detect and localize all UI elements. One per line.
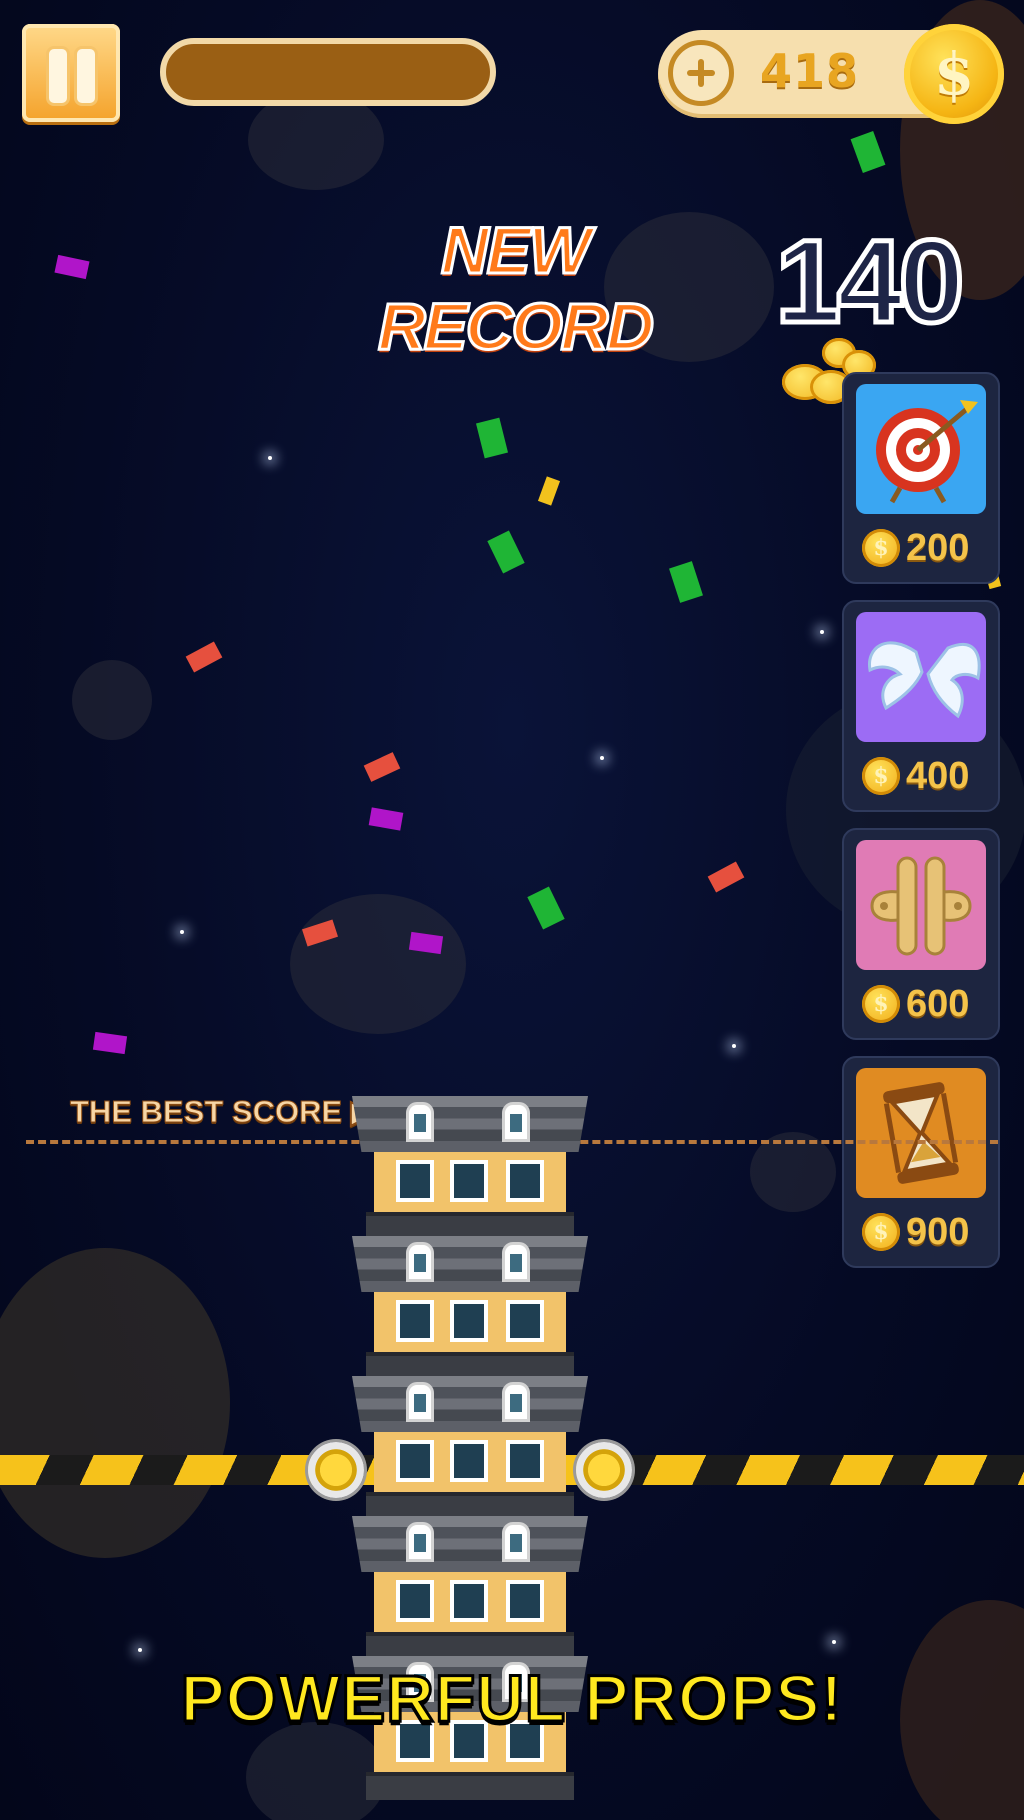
angel-wings-icon: [856, 612, 986, 742]
confetti-piece: [527, 886, 565, 930]
prop-price-value: 600: [906, 982, 970, 1025]
prop-price-value: 400: [906, 754, 970, 797]
confetti-piece: [92, 1031, 128, 1055]
tower-floor: [352, 1096, 588, 1240]
clamp-bolt-icon: [308, 1442, 364, 1498]
coin-icon: $: [904, 24, 1004, 124]
tower-floor: [352, 1516, 588, 1660]
pause-icon: [46, 46, 70, 106]
target-dart-icon: [856, 384, 986, 514]
best-score-label: THE BEST SCORE ▶: [70, 1094, 376, 1130]
confetti-piece: [537, 476, 561, 506]
confetti-piece: [850, 130, 886, 174]
prop-price: $ 400: [862, 754, 984, 798]
tower-floor: [352, 1236, 588, 1380]
star-decoration: [138, 1648, 142, 1652]
asteroid-decoration: [72, 660, 152, 740]
promo-caption: POWERFUL PROPS!: [179, 1660, 844, 1737]
confetti-piece: [476, 417, 508, 459]
prop-price: $ 600: [862, 982, 984, 1026]
progress-bar: [160, 38, 496, 106]
prop-price-value: 200: [906, 526, 970, 569]
confetti-piece: [707, 861, 745, 893]
coin-icon: $: [862, 757, 900, 795]
prop-clamp[interactable]: $ 600: [842, 828, 1000, 1040]
tower-floor: [352, 1376, 588, 1520]
add-coins-button[interactable]: [668, 40, 734, 106]
star-decoration: [732, 1044, 736, 1048]
star-decoration: [268, 456, 272, 460]
asteroid-decoration: [290, 894, 466, 1034]
prop-price: $ 900: [862, 1210, 984, 1254]
coin-icon: $: [862, 1213, 900, 1251]
new-record-banner: NEW RECORD: [376, 212, 655, 365]
asteroid-decoration: [0, 1248, 230, 1558]
prop-target[interactable]: $ 200: [842, 372, 1000, 584]
confetti-piece: [54, 254, 90, 280]
asteroid-decoration: [750, 1132, 836, 1212]
prop-price: $ 200: [862, 526, 984, 570]
hourglass-icon: [856, 1068, 986, 1198]
star-decoration: [820, 630, 824, 634]
star-decoration: [832, 1640, 836, 1644]
star-decoration: [600, 756, 604, 760]
coin-icon: $: [862, 529, 900, 567]
coin-count: 418: [760, 44, 860, 98]
confetti-piece: [487, 530, 525, 574]
confetti-piece: [363, 752, 401, 782]
clamp-icon: [856, 840, 986, 970]
pause-button[interactable]: [22, 24, 120, 122]
confetti-piece: [669, 561, 703, 603]
confetti-piece: [185, 641, 223, 673]
pause-icon: [74, 46, 98, 106]
clamp-bolt-icon: [576, 1442, 632, 1498]
confetti-piece: [368, 807, 404, 831]
prop-wings[interactable]: $ 400: [842, 600, 1000, 812]
star-decoration: [180, 930, 184, 934]
prop-price-value: 900: [906, 1210, 970, 1253]
game-scene[interactable]: 418 $ NEW RECORD 140 $ 200 $ 400 $ 600 $…: [0, 0, 1024, 1820]
prop-hourglass[interactable]: $ 900: [842, 1056, 1000, 1268]
coin-icon: $: [862, 985, 900, 1023]
